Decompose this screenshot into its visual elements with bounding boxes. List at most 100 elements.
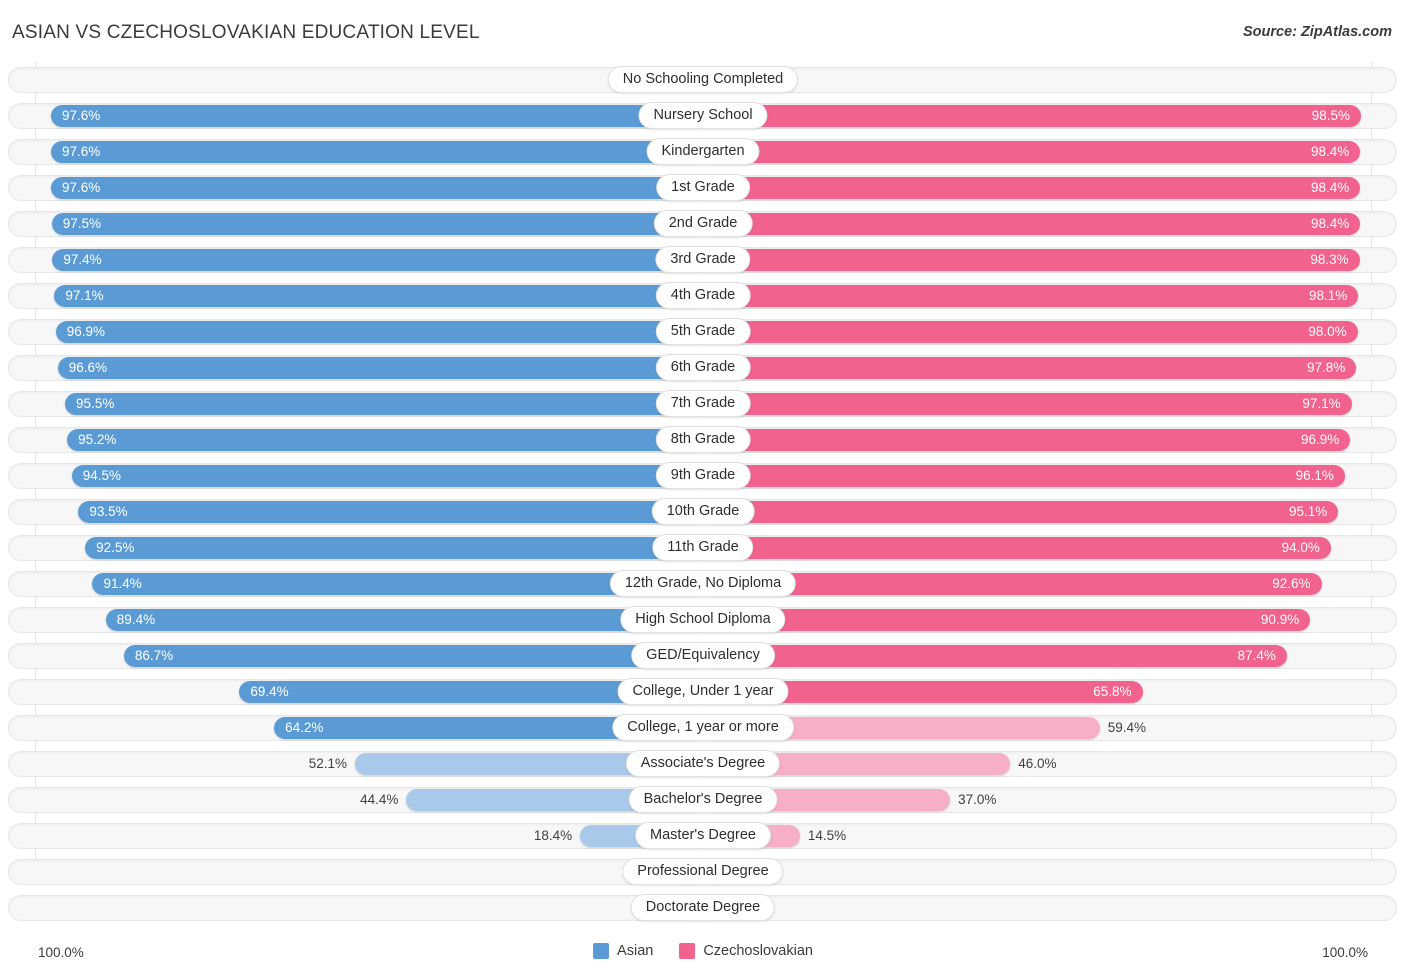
value-label-asian: 93.5% [89,504,128,519]
value-label-czechoslovakian: 37.0% [958,792,997,807]
source-attribution: Source: ZipAtlas.com [1242,24,1392,40]
chart-row: 64.2% 59.4% College, 1 year or more [0,710,1406,746]
value-label-asian: 52.1% [308,756,347,771]
chart-row: 97.5% 98.4% 2nd Grade [0,206,1406,242]
chart-plot-area: 2.4%1.6%No Schooling Completed 97.6% 98.5%… [0,58,1406,938]
chart-row: 97.6% 98.4% Kindergarten [0,134,1406,170]
chart-row: 96.6% 97.8% 6th Grade [0,350,1406,386]
value-label-asian: 94.5% [82,468,122,483]
category-label: No Schooling Completed [607,66,799,93]
chart-row: 97.4% 98.3% 3rd Grade [0,242,1406,278]
category-label: 1st Grade [656,174,750,201]
chart-row: 89.4% 90.9% High School Diploma [0,602,1406,638]
value-label-czechoslovakian: 98.5% [1311,108,1350,123]
category-label: High School Diploma [620,606,786,633]
value-label-czechoslovakian: 97.1% [1302,396,1341,411]
category-label: 5th Grade [655,318,751,345]
page-title: ASIAN VS CZECHOSLOVAKIAN EDUCATION LEVEL [12,22,480,43]
value-label-asian: 97.6% [62,180,101,195]
legend-swatch-icon [593,943,610,959]
chart-row: 52.1% 46.0% Associate's Degree [0,746,1406,782]
value-label-czechoslovakian: 87.4% [1237,648,1276,663]
category-label: Associate's Degree [625,750,781,777]
category-label: 8th Grade [655,426,751,453]
value-label-czechoslovakian: 98.4% [1311,144,1350,159]
legend-label: Asian [617,943,654,959]
category-label: Professional Degree [622,858,784,885]
value-label-czechoslovakian: 46.0% [1018,756,1057,771]
chart-row: 93.5% 95.1% 10th Grade [0,494,1406,530]
chart-row: 5.5%4.2%Professional Degree [0,854,1406,890]
category-label: 12th Grade, No Diploma [609,570,797,597]
chart-row: 86.7% 87.4% GED/Equivalency [0,638,1406,674]
chart-row: 96.9% 98.0% 5th Grade [0,314,1406,350]
chart-row: 91.4% 92.6% 12th Grade, No Diploma [0,566,1406,602]
chart-row: 95.2% 96.9% 8th Grade [0,422,1406,458]
chart-row: 97.6% 98.5% Nursery School [0,98,1406,134]
chart-row: 94.5% 96.1% 9th Grade [0,458,1406,494]
legend-swatch-icon [679,943,696,959]
chart-legend: Asian Czechoslovakian [593,943,813,959]
value-label-czechoslovakian: 98.4% [1311,216,1350,231]
value-label-asian: 18.4% [533,828,573,843]
value-label-czechoslovakian: 95.1% [1288,504,1328,519]
axis-label-right: 100.0% [1322,945,1368,960]
chart-row: 97.1% 98.1% 4th Grade [0,278,1406,314]
category-label: Doctorate Degree [630,894,776,921]
category-label: College, 1 year or more [612,714,794,741]
legend-label: Czechoslovakian [703,943,813,959]
chart-row: 18.4% 14.5% Master's Degree [0,818,1406,854]
value-label-asian: 86.7% [134,648,174,663]
chart-row: 2.4%1.6%No Schooling Completed [0,62,1406,98]
chart-row: 97.6% 98.4% 1st Grade [0,170,1406,206]
value-label-czechoslovakian: 98.3% [1310,252,1349,267]
category-label: 2nd Grade [653,210,753,237]
chart-header: ASIAN VS CZECHOSLOVAKIAN EDUCATION LEVEL… [0,0,1406,58]
value-label-asian: 44.4% [360,792,399,807]
chart-row: 92.5% 94.0% 11th Grade [0,530,1406,566]
chart-footer: 100.0% Asian Czechoslovakian 100.0% [0,935,1406,975]
legend-item[interactable]: Asian [593,943,653,959]
value-label-czechoslovakian: 14.5% [807,828,847,843]
chart-row: 69.4% 65.8% College, Under 1 year [0,674,1406,710]
axis-label-left: 100.0% [38,945,84,960]
value-label-czechoslovakian: 96.1% [1295,468,1334,483]
legend-item[interactable]: Czechoslovakian [679,943,813,959]
value-label-asian: 95.2% [78,432,117,447]
chart-page: ASIAN VS CZECHOSLOVAKIAN EDUCATION LEVEL… [0,0,1406,975]
category-label: Kindergarten [646,138,760,165]
value-label-asian: 92.5% [96,540,135,555]
value-label-czechoslovakian: 98.4% [1311,180,1350,195]
value-label-asian: 97.6% [62,108,101,123]
category-label: 7th Grade [655,390,751,417]
value-label-asian: 97.6% [62,144,101,159]
value-label-czechoslovakian: 59.4% [1107,720,1147,735]
value-label-asian: 89.4% [116,612,156,627]
category-label: GED/Equivalency [631,642,775,669]
value-label-asian: 95.5% [76,396,115,411]
chart-row: 44.4% 37.0% Bachelor's Degree [0,782,1406,818]
value-label-czechoslovakian: 90.9% [1260,612,1300,627]
category-label: 10th Grade [651,498,755,525]
category-label: 6th Grade [655,354,751,381]
value-label-asian: 97.1% [65,288,104,303]
category-label: 4th Grade [655,282,751,309]
category-label: 11th Grade [652,534,754,561]
category-label: Bachelor's Degree [628,786,778,813]
category-label: College, Under 1 year [617,678,789,705]
value-label-asian: 96.6% [68,360,107,375]
value-label-asian: 96.9% [66,324,105,339]
category-label: 9th Grade [655,462,751,489]
value-label-czechoslovakian: 97.8% [1307,360,1346,375]
value-label-czechoslovakian: 98.0% [1308,324,1347,339]
chart-row: 95.5% 97.1% 7th Grade [0,386,1406,422]
chart-row: 2.4%1.8%Doctorate Degree [0,890,1406,926]
value-label-czechoslovakian: 98.1% [1309,288,1348,303]
value-label-czechoslovakian: 94.0% [1281,540,1320,555]
category-label: 3rd Grade [655,246,751,273]
category-label: Master's Degree [635,822,771,849]
value-label-asian: 97.4% [63,252,102,267]
category-label: Nursery School [638,102,768,129]
value-label-asian: 97.5% [62,216,101,231]
value-label-czechoslovakian: 96.9% [1301,432,1340,447]
